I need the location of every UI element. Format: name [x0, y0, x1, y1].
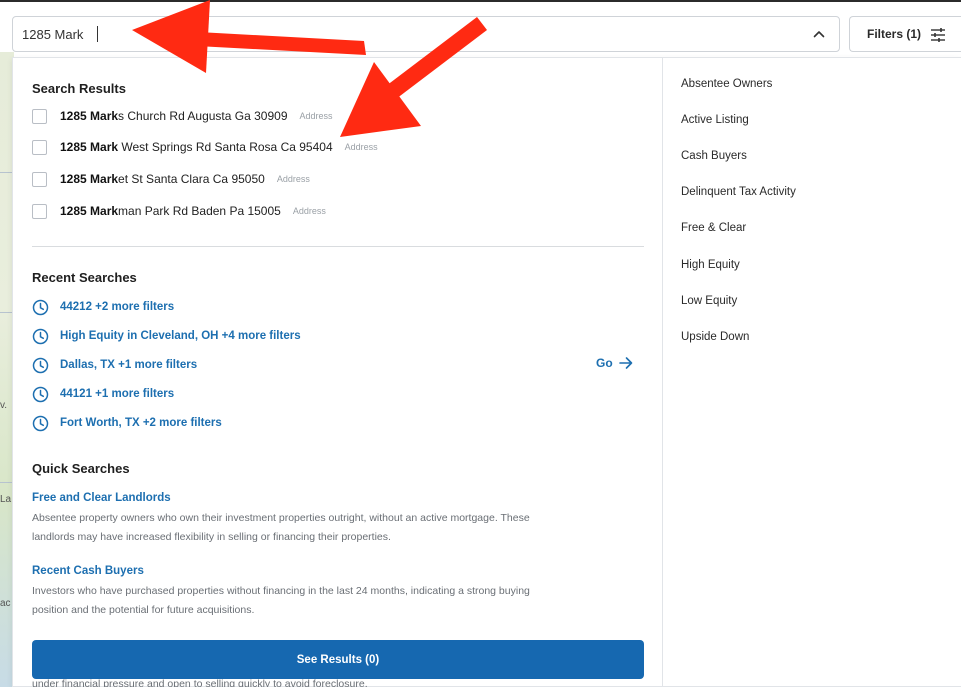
- recent-search-label: Dallas, TX +1 more filters: [60, 359, 198, 371]
- filter-option-low-equity[interactable]: Low Equity: [681, 295, 737, 307]
- filter-category-list: Absentee Owners Active Listing Cash Buye…: [662, 58, 961, 687]
- filter-option-absentee-owners[interactable]: Absentee Owners: [681, 78, 772, 90]
- result-match-text: 1285 Mark: [60, 140, 119, 154]
- filter-option-cash-buyers[interactable]: Cash Buyers: [681, 150, 747, 162]
- result-type-tag: Address: [292, 206, 326, 216]
- go-button[interactable]: Go: [596, 356, 633, 370]
- clock-icon: [32, 357, 49, 373]
- quick-search-description-partial: under financial pressure and open to sel…: [32, 678, 368, 687]
- search-result-item[interactable]: 1285 Mark West Springs Rd Santa Rosa Ca …: [32, 138, 378, 156]
- result-checkbox[interactable]: [32, 203, 47, 219]
- result-type-tag: Address: [344, 142, 378, 152]
- search-result-item[interactable]: 1285 Mark et St Santa Clara Ca 95050 Add…: [32, 170, 310, 188]
- quick-searches-title: Quick Searches: [32, 461, 130, 476]
- section-divider: [32, 246, 644, 247]
- result-match-text: 1285 Mark: [60, 172, 119, 186]
- map-label: v.: [0, 400, 8, 411]
- filter-option-delinquent-tax[interactable]: Delinquent Tax Activity: [681, 186, 796, 198]
- search-result-item[interactable]: 1285 Mark man Park Rd Baden Pa 15005 Add…: [32, 202, 326, 220]
- filter-option-high-equity[interactable]: High Equity: [681, 259, 740, 271]
- top-border: [0, 0, 961, 2]
- sliders-icon: [931, 28, 945, 42]
- result-address-text: man Park Rd Baden Pa 15005: [118, 204, 281, 218]
- recent-search-item[interactable]: 44212 +2 more filters: [32, 298, 174, 316]
- recent-search-item[interactable]: 44121 +1 more filters: [32, 385, 174, 403]
- result-checkbox[interactable]: [32, 108, 47, 124]
- filter-option-free-and-clear[interactable]: Free & Clear: [681, 222, 746, 234]
- quick-search-link[interactable]: Free and Clear Landlords: [32, 492, 171, 504]
- clock-icon: [32, 299, 49, 315]
- go-label: Go: [596, 356, 613, 370]
- recent-search-label: 44121 +1 more filters: [60, 388, 175, 400]
- result-match-text: 1285 Mark: [60, 204, 119, 218]
- result-match-text: 1285 Mark: [60, 109, 119, 123]
- recent-search-label: High Equity in Cleveland, OH +4 more fil…: [60, 330, 301, 342]
- result-type-tag: Address: [299, 111, 333, 121]
- clock-icon: [32, 328, 49, 344]
- result-address-text: s Church Rd Augusta Ga 30909: [118, 109, 288, 123]
- result-address-text: et St Santa Clara Ca 95050: [118, 172, 265, 186]
- search-dropdown: Search Results 1285 Mark s Church Rd Aug…: [12, 57, 961, 687]
- chevron-up-icon[interactable]: [813, 28, 825, 40]
- search-input[interactable]: [13, 19, 793, 49]
- map-label: ac: [0, 598, 11, 609]
- filters-button-label: Filters (1): [867, 27, 922, 41]
- filters-button[interactable]: Filters (1): [849, 16, 961, 52]
- recent-search-label: Fort Worth, TX +2 more filters: [60, 417, 222, 429]
- search-result-item[interactable]: 1285 Mark s Church Rd Augusta Ga 30909 A…: [32, 107, 333, 125]
- text-cursor: [97, 26, 98, 42]
- filter-option-upside-down[interactable]: Upside Down: [681, 331, 749, 343]
- quick-search-link[interactable]: Recent Cash Buyers: [32, 565, 144, 577]
- result-checkbox[interactable]: [32, 139, 47, 155]
- recent-search-item[interactable]: Fort Worth, TX +2 more filters: [32, 414, 222, 432]
- search-bar[interactable]: [12, 16, 840, 52]
- map-label: La: [0, 494, 12, 505]
- clock-icon: [32, 415, 49, 431]
- recent-search-item[interactable]: Dallas, TX +1 more filters: [32, 356, 197, 374]
- arrow-right-icon: [618, 357, 632, 369]
- result-checkbox[interactable]: [32, 171, 47, 187]
- dropdown-left-column: Search Results 1285 Mark s Church Rd Aug…: [13, 58, 662, 687]
- see-results-button[interactable]: See Results (0): [32, 640, 644, 679]
- result-address-text: West Springs Rd Santa Rosa Ca 95404: [118, 140, 333, 154]
- recent-searches-title: Recent Searches: [32, 270, 137, 285]
- quick-search-description: Investors who have purchased properties …: [32, 585, 530, 616]
- clock-icon: [32, 386, 49, 402]
- search-results-title: Search Results: [32, 81, 126, 96]
- filter-option-active-listing[interactable]: Active Listing: [681, 114, 749, 126]
- recent-search-label: 44212 +2 more filters: [60, 301, 175, 313]
- quick-search-description: Absentee property owners who own their i…: [32, 512, 530, 543]
- recent-search-item[interactable]: High Equity in Cleveland, OH +4 more fil…: [32, 327, 301, 345]
- result-type-tag: Address: [276, 174, 310, 184]
